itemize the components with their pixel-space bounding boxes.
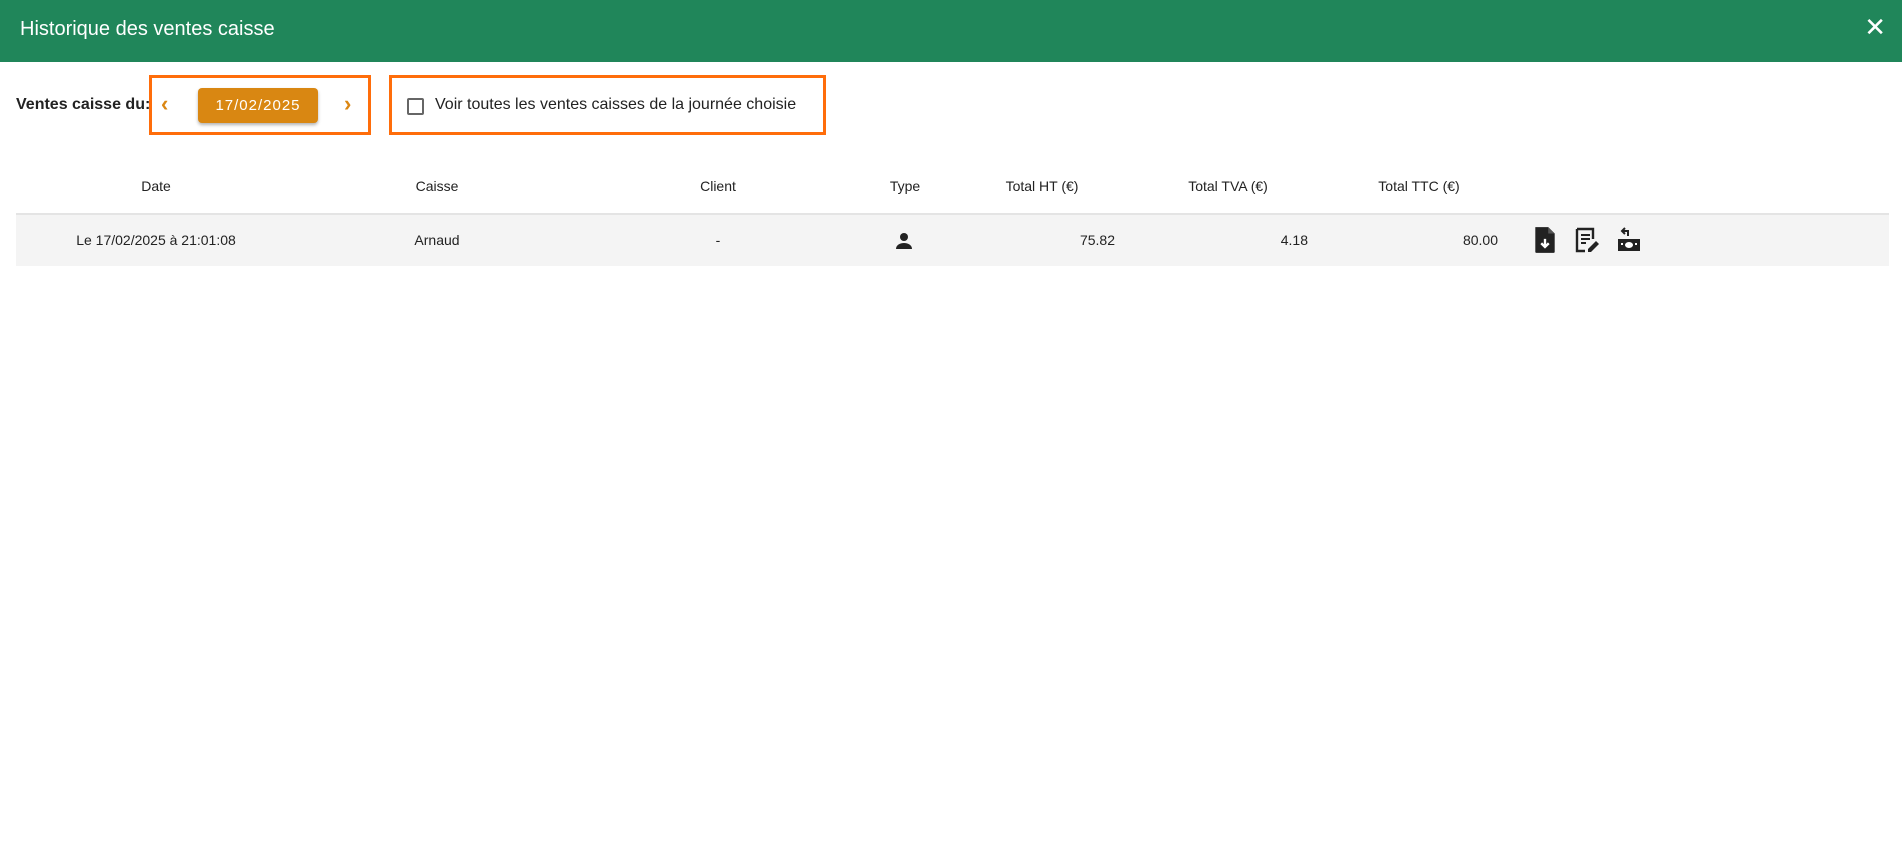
dialog-title: Historique des ventes caisse (20, 18, 275, 40)
column-header-type: Type (889, 178, 921, 194)
download-file-icon[interactable] (1532, 226, 1558, 254)
show-all-sales-label[interactable]: Voir toutes les ventes caisses de la jou… (435, 96, 796, 114)
close-icon[interactable]: ✕ (1864, 14, 1886, 40)
table-row[interactable] (16, 213, 1889, 266)
column-header-date: Date (141, 178, 171, 194)
previous-day-button[interactable]: ‹ (161, 93, 168, 115)
date-picker-button[interactable]: 17/02/2025 (198, 88, 318, 123)
column-header-client: Client (700, 178, 736, 194)
column-header-total-ht: Total HT (€) (1005, 178, 1079, 194)
refund-cash-icon[interactable] (1616, 226, 1642, 254)
edit-receipt-icon[interactable] (1574, 226, 1600, 254)
cell-client: - (715, 232, 721, 248)
show-all-sales-checkbox[interactable] (407, 98, 424, 115)
cell-total-ttc: 80.00 (1462, 232, 1498, 248)
next-day-button[interactable]: › (344, 93, 351, 115)
cell-date: Le 17/02/2025 à 21:01:08 (76, 232, 236, 248)
column-header-total-tva: Total TVA (€) (1188, 178, 1268, 194)
column-header-caisse: Caisse (415, 178, 459, 194)
column-header-total-ttc: Total TTC (€) (1378, 178, 1460, 194)
cell-total-ht: 75.82 (1079, 232, 1115, 248)
person-icon (896, 233, 912, 249)
dialog-header: Historique des ventes caisse ✕ (0, 0, 1902, 62)
cell-caisse: Arnaud (414, 232, 460, 248)
date-filter-label: Ventes caisse du: (16, 96, 151, 113)
cell-total-tva: 4.18 (1280, 232, 1308, 248)
